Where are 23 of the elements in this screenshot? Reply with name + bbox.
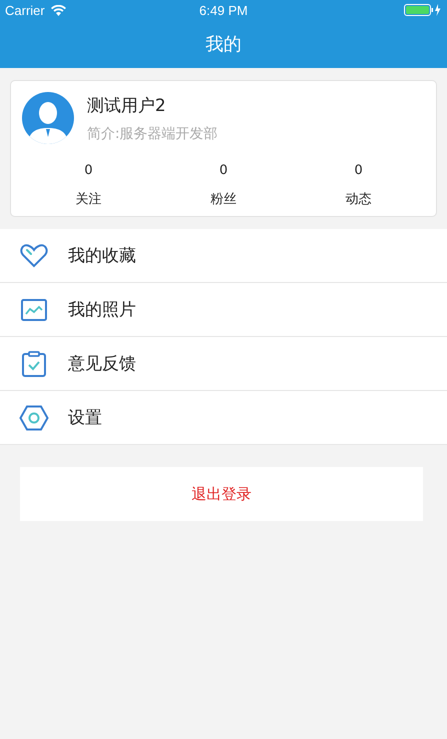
settings-icon: [19, 404, 49, 430]
menu-item[interactable]: 我的照片: [0, 283, 447, 337]
user-name: 测试用户2: [87, 94, 167, 116]
wifi-icon: [50, 4, 66, 16]
avatar-icon: [21, 91, 75, 145]
stat-count: 0: [84, 163, 93, 178]
stat-count: 0: [354, 163, 363, 178]
stat-label: 粉丝: [210, 191, 236, 208]
logout-button[interactable]: 退出登录: [20, 467, 423, 521]
stat-label: 动态: [346, 191, 372, 208]
menu-item[interactable]: 意见反馈: [0, 337, 447, 391]
heart-icon: [20, 244, 48, 268]
menu-item[interactable]: 我的收藏: [0, 229, 447, 283]
menu-item[interactable]: 设置: [0, 391, 447, 445]
battery-charging-icon: [404, 4, 442, 16]
user-bio: 简介:服务器端开发部: [87, 124, 218, 142]
picture-frame-icon: [21, 298, 47, 320]
page-title: 我的: [206, 33, 242, 56]
clipboard-check-icon: [22, 350, 46, 376]
stat-label: 关注: [76, 191, 102, 208]
carrier-label: Carrier: [5, 2, 45, 18]
stat-count: 0: [219, 163, 228, 178]
status-time: 6:49 PM: [199, 2, 248, 18]
